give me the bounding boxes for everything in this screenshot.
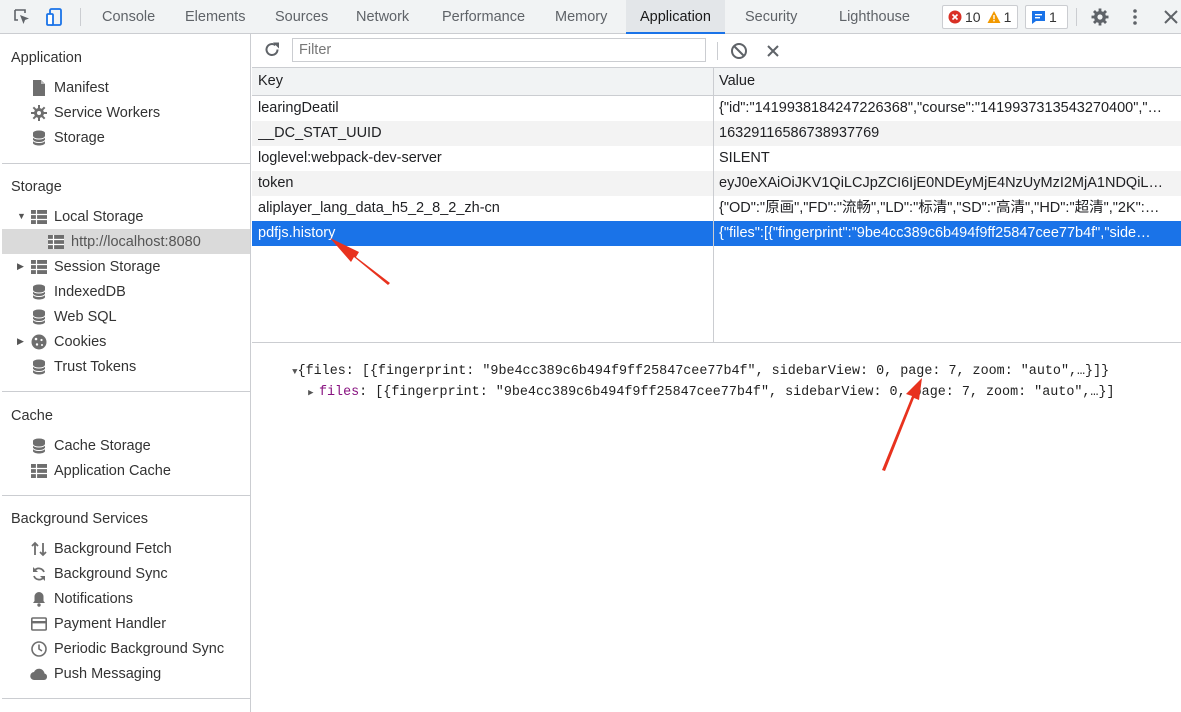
annotation-overlay — [330, 238, 922, 471]
annotation-arrow — [330, 238, 390, 285]
annotation-arrow — [882, 378, 922, 471]
